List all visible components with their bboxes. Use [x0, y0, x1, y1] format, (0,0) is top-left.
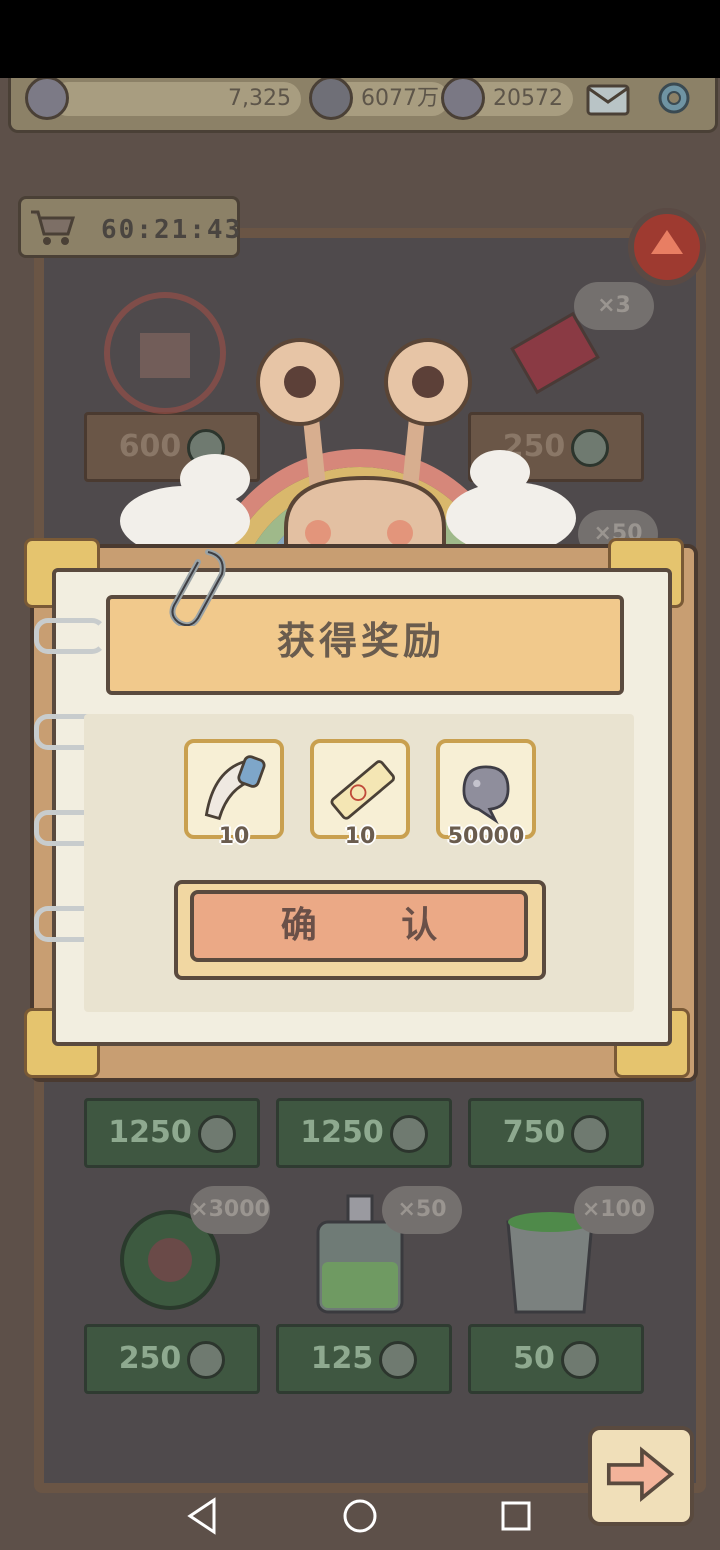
paw-coin-icon [571, 1114, 610, 1153]
sold-stamp-icon [104, 292, 226, 414]
home-icon[interactable] [343, 1499, 377, 1533]
tadpole-value: 6077万 [361, 86, 439, 111]
gear-icon[interactable] [651, 78, 697, 118]
shop-collapse-button[interactable] [628, 208, 706, 286]
paw-coin-icon [379, 1340, 418, 1379]
price-text: 1250 [108, 1115, 192, 1150]
item-quantity-badge: ×100 [574, 1186, 654, 1234]
paw-coin-icon [187, 1340, 226, 1379]
price-text: 600 [118, 429, 182, 464]
system-navigation-bar [187, 1497, 531, 1535]
price-text: 50 [513, 1341, 555, 1376]
ticket-icon [510, 311, 600, 395]
paw-coin-icon [560, 1340, 599, 1379]
reward-count: 10 [344, 824, 376, 849]
binder-ring-icon [34, 618, 106, 654]
back-icon[interactable] [187, 1497, 216, 1535]
bubble-value: 20572 [493, 86, 563, 111]
reward-count: 50000 [447, 824, 525, 849]
shop-item-price-tag[interactable]: 750 [468, 1098, 644, 1168]
cloud-right-top [470, 450, 530, 494]
price-text: 750 [502, 1115, 566, 1150]
game-scene: 7,325 6077万 20572 60:21:43 600 250 ×3 ×5… [0, 78, 720, 1550]
reward-count: 10 [218, 824, 250, 849]
badge-text: ×100 [581, 1197, 647, 1222]
price-text: 250 [118, 1341, 182, 1376]
cart-icon [31, 210, 76, 245]
badge-text: ×50 [397, 1197, 447, 1222]
coin-counter: 7,325 [51, 82, 301, 116]
timer-value: 60:21:43 [101, 215, 243, 245]
coin-value: 7,325 [228, 86, 291, 111]
shop-item-price-tag[interactable]: 250 [84, 1324, 260, 1394]
item-quantity-badge: ×3000 [190, 1186, 270, 1234]
bubble-currency-icon [441, 78, 485, 120]
cloud-left-top [180, 454, 250, 504]
paw-coin-icon [389, 1114, 428, 1153]
snail-avatar-icon[interactable] [25, 78, 69, 120]
paint-tube-icon [330, 760, 395, 820]
resource-bar: 7,325 6077万 20572 [8, 78, 718, 133]
shop-item-price-tag[interactable]: 50 [468, 1324, 644, 1394]
recents-icon[interactable] [501, 1501, 531, 1531]
paw-coin-icon [571, 428, 610, 467]
item-quantity-badge: ×50 [382, 1186, 462, 1234]
mail-icon[interactable] [585, 78, 631, 118]
paperclip-icon [169, 549, 226, 626]
confirm-button[interactable]: 确 认 [190, 890, 528, 962]
shop-item-price-tag[interactable]: 1250 [276, 1098, 452, 1168]
tadpole-icon [309, 78, 353, 120]
price-text: 125 [310, 1341, 374, 1376]
shop-item-price-tag[interactable]: 125 [276, 1324, 452, 1394]
speech-bubble-currency-icon [462, 765, 510, 825]
badge-text: ×3000 [190, 1197, 270, 1222]
shop-item-price-tag[interactable]: 1250 [84, 1098, 260, 1168]
paw-coin-icon [197, 1114, 236, 1153]
price-text: 1250 [300, 1115, 384, 1150]
horn-item-icon [204, 755, 266, 821]
